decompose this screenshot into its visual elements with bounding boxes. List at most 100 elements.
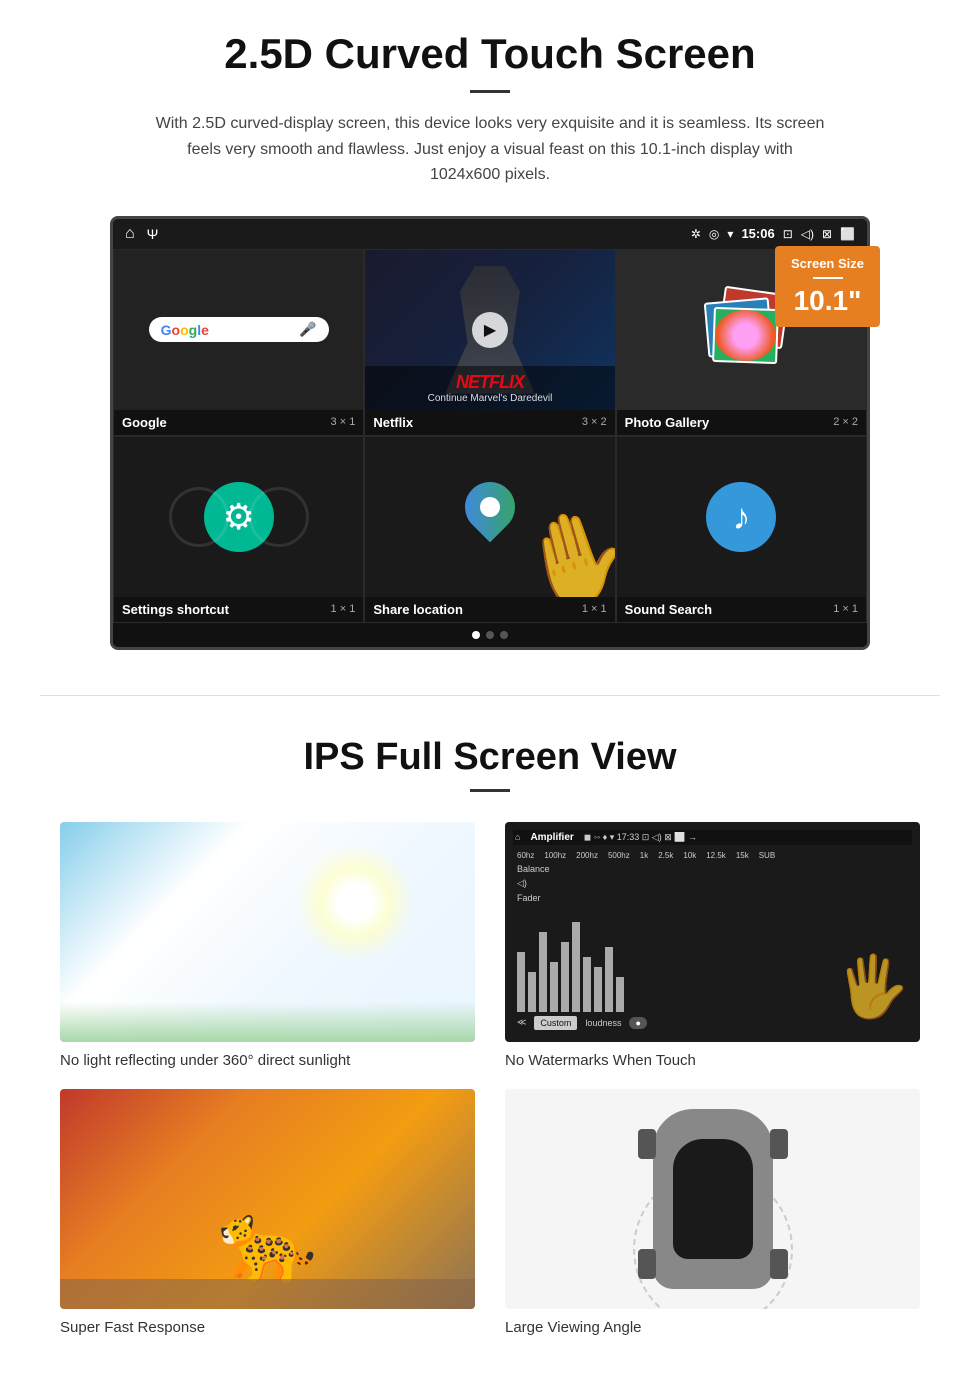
wifi-icon: ▾ xyxy=(727,227,733,241)
netflix-cell-inner: ▶ NETFLIX Continue Marvel's Daredevil xyxy=(365,250,614,410)
google-cell-bg: Google 🎤 xyxy=(114,250,363,410)
app-grid-row1: Google 🎤 Google 3 × 1 xyxy=(113,249,867,436)
badge-size: 10.1" xyxy=(791,285,864,317)
netflix-label-row: Netflix 3 × 2 xyxy=(365,410,614,435)
ground-line xyxy=(60,1279,475,1309)
app-grid-row2: ⚙ Settings shortcut 1 × 1 xyxy=(113,436,867,623)
car-wheel-fl xyxy=(638,1129,656,1159)
amp-bar-7 xyxy=(583,957,591,1012)
google-logo: Google xyxy=(161,322,209,338)
gallery-label-size: 2 × 2 xyxy=(833,416,858,428)
sound-cell-inner: ♪ xyxy=(617,437,866,597)
status-time: 15:06 xyxy=(741,226,774,241)
close-icon: ⊠ xyxy=(822,227,832,241)
sunlight-image xyxy=(60,822,475,1042)
pagination-dot-1[interactable] xyxy=(472,631,480,639)
location-icon: ◎ xyxy=(709,227,719,241)
car-bg xyxy=(505,1089,920,1309)
status-icons: ✲ ◎ ▾ 15:06 ⊡ ◁) ⊠ ⬜ xyxy=(691,226,855,241)
settings-label-name: Settings shortcut xyxy=(122,602,229,617)
amp-icons: ◼ ◦◦ ♦ ▾ 17:33 ⊡ ◁) ⊠ ⬜ → xyxy=(584,832,697,843)
car-body-inner xyxy=(673,1139,753,1259)
section1-title: 2.5D Curved Touch Screen xyxy=(60,30,920,78)
maps-pin-inner xyxy=(476,493,504,521)
amp-title: Amplifier xyxy=(530,832,573,843)
car-wheel-fr xyxy=(770,1129,788,1159)
netflix-play-button[interactable]: ▶ xyxy=(472,312,508,348)
sunlight-ground xyxy=(60,1002,475,1042)
google-app-cell[interactable]: Google 🎤 Google 3 × 1 xyxy=(113,249,364,436)
ghost-circle-2 xyxy=(249,487,309,547)
usb-icon: Ψ xyxy=(147,226,159,242)
feature-grid: No light reflecting under 360° direct su… xyxy=(60,822,920,1336)
feature-cheetah: 🐆 Super Fast Response xyxy=(60,1089,475,1336)
amp-bar-8 xyxy=(594,967,602,1012)
amplifier-label: No Watermarks When Touch xyxy=(505,1052,920,1069)
feature-amplifier: ⌂ Amplifier ◼ ◦◦ ♦ ▾ 17:33 ⊡ ◁) ⊠ ⬜ → 60… xyxy=(505,822,920,1069)
netflix-app-cell[interactable]: ▶ NETFLIX Continue Marvel's Daredevil Ne… xyxy=(364,249,615,436)
sound-icon-circle: ♪ xyxy=(706,482,776,552)
gallery-label-name: Photo Gallery xyxy=(625,415,710,430)
amp-hand-icon: 🖐 xyxy=(835,951,910,1022)
netflix-poster: ▶ NETFLIX Continue Marvel's Daredevil xyxy=(365,250,614,410)
car-top-view xyxy=(643,1099,783,1299)
settings-cell-bg: ⚙ xyxy=(114,437,363,597)
bluetooth-icon: ✲ xyxy=(691,227,701,241)
sound-search-app-cell[interactable]: ♪ Sound Search 1 × 1 xyxy=(616,436,867,623)
device-screen: ⌂ Ψ ✲ ◎ ▾ 15:06 ⊡ ◁) ⊠ ⬜ xyxy=(110,216,870,650)
amp-freq-labels: 60hz100hz200hz500hz1k2.5k10k12.5k15kSUB xyxy=(513,849,912,862)
status-bar: ⌂ Ψ ✲ ◎ ▾ 15:06 ⊡ ◁) ⊠ ⬜ xyxy=(113,219,867,249)
share-location-app-cell[interactable]: 🤚 Share location 1 × 1 xyxy=(364,436,615,623)
amp-home-icon: ⌂ xyxy=(515,832,520,843)
amp-back-icon: ≪ xyxy=(517,1017,526,1028)
camera-icon: ⊡ xyxy=(783,227,793,241)
settings-label-size: 1 × 1 xyxy=(331,603,356,615)
sunlight-bg xyxy=(60,822,475,1042)
netflix-subtitle: Continue Marvel's Daredevil xyxy=(373,393,606,404)
sound-label-row: Sound Search 1 × 1 xyxy=(617,597,866,622)
netflix-overlay: NETFLIX Continue Marvel's Daredevil xyxy=(365,366,614,410)
amp-header: ⌂ Amplifier ◼ ◦◦ ♦ ▾ 17:33 ⊡ ◁) ⊠ ⬜ → xyxy=(513,830,912,845)
amp-bar-1 xyxy=(517,952,525,1012)
pagination-dot-2[interactable] xyxy=(486,631,494,639)
pagination-dots xyxy=(113,623,867,647)
car-wheel-rl xyxy=(638,1249,656,1279)
share-label-size: 1 × 1 xyxy=(582,603,607,615)
amp-toggle: ● xyxy=(629,1017,646,1029)
netflix-label-size: 3 × 2 xyxy=(582,416,607,428)
amp-bar-10 xyxy=(616,977,624,1012)
car-body-outer xyxy=(653,1109,773,1289)
share-cell-inner: 🤚 xyxy=(365,437,614,597)
google-label-name: Google xyxy=(122,415,167,430)
section2-divider xyxy=(470,789,510,792)
section2-title: IPS Full Screen View xyxy=(60,736,920,779)
sound-label-size: 1 × 1 xyxy=(833,603,858,615)
netflix-brand: NETFLIX xyxy=(373,372,606,393)
amplifier-image: ⌂ Amplifier ◼ ◦◦ ♦ ▾ 17:33 ⊡ ◁) ⊠ ⬜ → 60… xyxy=(505,822,920,1042)
settings-app-cell[interactable]: ⚙ Settings shortcut 1 × 1 xyxy=(113,436,364,623)
ghost-circles xyxy=(169,487,309,547)
sunlight-rays xyxy=(295,842,415,962)
settings-label-row: Settings shortcut 1 × 1 xyxy=(114,597,363,622)
amp-bar-4 xyxy=(550,962,558,1012)
google-search-bar[interactable]: Google 🎤 xyxy=(149,317,329,342)
cheetah-bg: 🐆 xyxy=(60,1089,475,1309)
share-cell-bg: 🤚 xyxy=(365,437,614,597)
car-image xyxy=(505,1089,920,1309)
sound-cell-bg: ♪ xyxy=(617,437,866,597)
amp-custom-button[interactable]: Custom xyxy=(534,1016,577,1030)
settings-cell-inner: ⚙ xyxy=(114,437,363,597)
netflix-label-name: Netflix xyxy=(373,415,413,430)
amp-loudness-label: loudness xyxy=(585,1018,621,1028)
car-wheel-rr xyxy=(770,1249,788,1279)
amp-bar-2 xyxy=(528,972,536,1012)
amp-bar-6 xyxy=(572,922,580,1012)
title-divider xyxy=(470,90,510,93)
screen-size-badge: Screen Size 10.1" xyxy=(775,246,880,327)
ghost-circle-1 xyxy=(169,487,229,547)
pagination-dot-3[interactable] xyxy=(500,631,508,639)
badge-title: Screen Size xyxy=(791,256,864,271)
section-ips-view: IPS Full Screen View No light reflecting… xyxy=(0,716,980,1366)
amp-controls: Balance ◁) Fader xyxy=(513,862,912,905)
section-curved-touch: 2.5D Curved Touch Screen With 2.5D curve… xyxy=(0,0,980,675)
